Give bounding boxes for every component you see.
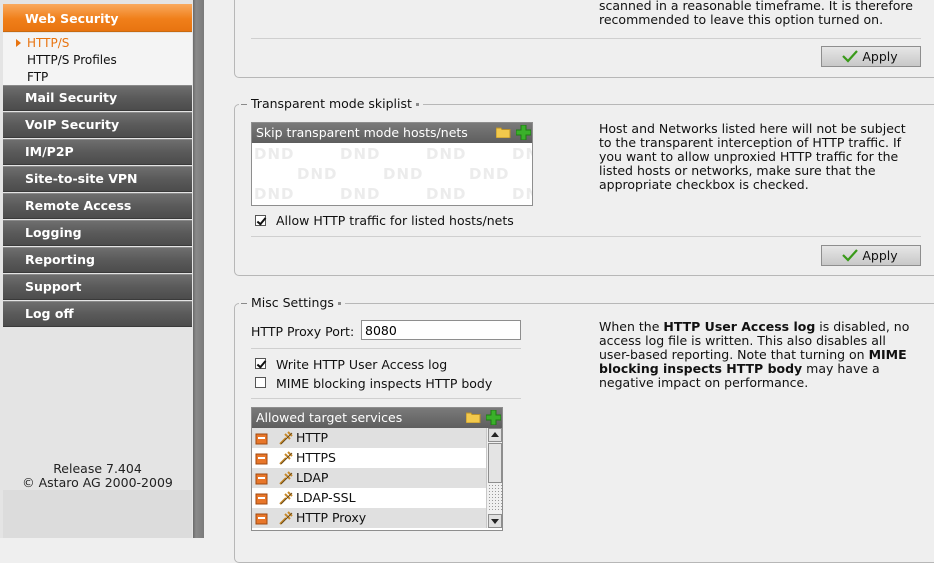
trash-icon[interactable] — [255, 452, 268, 465]
subnav-item-https-profiles[interactable]: HTTP/S Profiles — [27, 53, 117, 67]
nav-item-web-security[interactable]: Web Security — [3, 4, 192, 32]
sidebar-divider — [193, 0, 204, 538]
apply-button-skiplist[interactable]: Apply — [821, 245, 921, 266]
skiplist-help-text: Host and Networks listed here will not b… — [599, 121, 906, 192]
service-row[interactable]: HTTPS — [252, 448, 486, 468]
trash-icon[interactable] — [255, 512, 268, 525]
add-icon[interactable] — [486, 410, 501, 425]
mime-blocking-label: MIME blocking inspects HTTP body — [276, 376, 493, 391]
nav-item-log-off[interactable]: Log off — [3, 301, 192, 327]
folder-icon[interactable] — [496, 126, 511, 138]
subnav: HTTP/S HTTP/S Profiles FTP — [3, 33, 192, 85]
service-row[interactable]: HTTP — [252, 428, 486, 448]
subnav-item-ftp[interactable]: FTP — [27, 70, 48, 84]
divider — [251, 398, 521, 399]
service-plug-icon — [279, 471, 293, 485]
apply-button-top[interactable]: Apply — [821, 46, 921, 67]
services-scrollbar[interactable] — [486, 428, 502, 528]
current-arrow-icon — [16, 39, 21, 47]
service-plug-icon — [279, 491, 293, 505]
services-header: Allowed target services — [252, 408, 502, 428]
scroll-down-button[interactable] — [488, 514, 502, 528]
divider — [251, 38, 921, 39]
service-row[interactable]: HTTP Proxy — [252, 508, 486, 528]
trash-icon[interactable] — [255, 472, 268, 485]
check-icon — [842, 249, 858, 262]
nav-item-voip-security[interactable]: VoIP Security — [3, 112, 192, 138]
top-settings-section: scanned in a reasonable timeframe. It is… — [234, 0, 934, 78]
divider — [251, 348, 521, 349]
mime-blocking-checkbox[interactable] — [255, 377, 266, 388]
nav-item-remote-access[interactable]: Remote Access — [3, 193, 192, 219]
scroll-up-button[interactable] — [488, 428, 502, 442]
copyright-label: © Astaro AG 2000-2009 — [22, 475, 173, 490]
trash-icon[interactable] — [255, 432, 268, 445]
check-icon — [842, 50, 858, 63]
sidebar: Web Security HTTP/S HTTP/S Profiles FTP … — [0, 0, 196, 538]
add-icon[interactable] — [516, 125, 531, 140]
trash-icon[interactable] — [255, 492, 268, 505]
service-plug-icon — [279, 451, 293, 465]
skiplist-legend: Transparent mode skiplist — [239, 96, 423, 111]
misc-help-text: When the HTTP User Access log is disable… — [599, 319, 910, 390]
allow-http-checkbox[interactable] — [255, 215, 266, 226]
sidebar-bottom — [3, 490, 192, 538]
nav-item-mail-security[interactable]: Mail Security — [3, 85, 192, 111]
divider — [251, 236, 921, 237]
folder-icon[interactable] — [466, 411, 481, 423]
nav-item-site-to-site-vpn[interactable]: Site-to-site VPN — [3, 166, 192, 192]
main-content: scanned in a reasonable timeframe. It is… — [204, 0, 934, 563]
skiplist-section: Transparent mode skiplist Skip transpare… — [234, 96, 934, 276]
proxy-port-label: HTTP Proxy Port: — [251, 324, 355, 339]
misc-settings-section: Misc Settings HTTP Proxy Port: Write HTT… — [234, 295, 934, 563]
release-label: Release 7.404 — [53, 461, 142, 476]
proxy-port-input[interactable] — [361, 320, 521, 340]
service-plug-icon — [279, 431, 293, 445]
nav-item-im-p2p[interactable]: IM/P2P — [3, 139, 192, 165]
service-row[interactable]: LDAP — [252, 468, 486, 488]
top-help-text: scanned in a reasonable timeframe. It is… — [599, 0, 913, 27]
write-access-log-label: Write HTTP User Access log — [276, 357, 448, 372]
service-row[interactable]: LDAP-SSL — [252, 488, 486, 508]
arrow-up-icon — [491, 432, 499, 437]
nav-item-logging[interactable]: Logging — [3, 220, 192, 246]
service-plug-icon — [279, 511, 293, 525]
skiplist-header: Skip transparent mode hosts/nets — [252, 123, 532, 143]
arrow-down-icon — [491, 519, 499, 524]
allowed-services-box: Allowed target services HTTP HTTPS LDAP — [251, 407, 503, 531]
subnav-item-https[interactable]: HTTP/S — [27, 36, 69, 50]
allow-http-label: Allow HTTP traffic for listed hosts/nets — [276, 213, 514, 228]
misc-legend: Misc Settings — [239, 295, 345, 310]
scroll-thumb[interactable] — [488, 443, 502, 483]
skiplist-hosts-box: Skip transparent mode hosts/nets DND DND… — [251, 122, 533, 206]
nav-item-support[interactable]: Support — [3, 274, 192, 300]
drop-zone[interactable]: DND DND DND DND DND DND DND DND DND DND … — [252, 143, 532, 203]
nav-item-reporting[interactable]: Reporting — [3, 247, 192, 273]
scroll-track — [488, 484, 502, 512]
write-access-log-checkbox[interactable] — [255, 358, 266, 369]
